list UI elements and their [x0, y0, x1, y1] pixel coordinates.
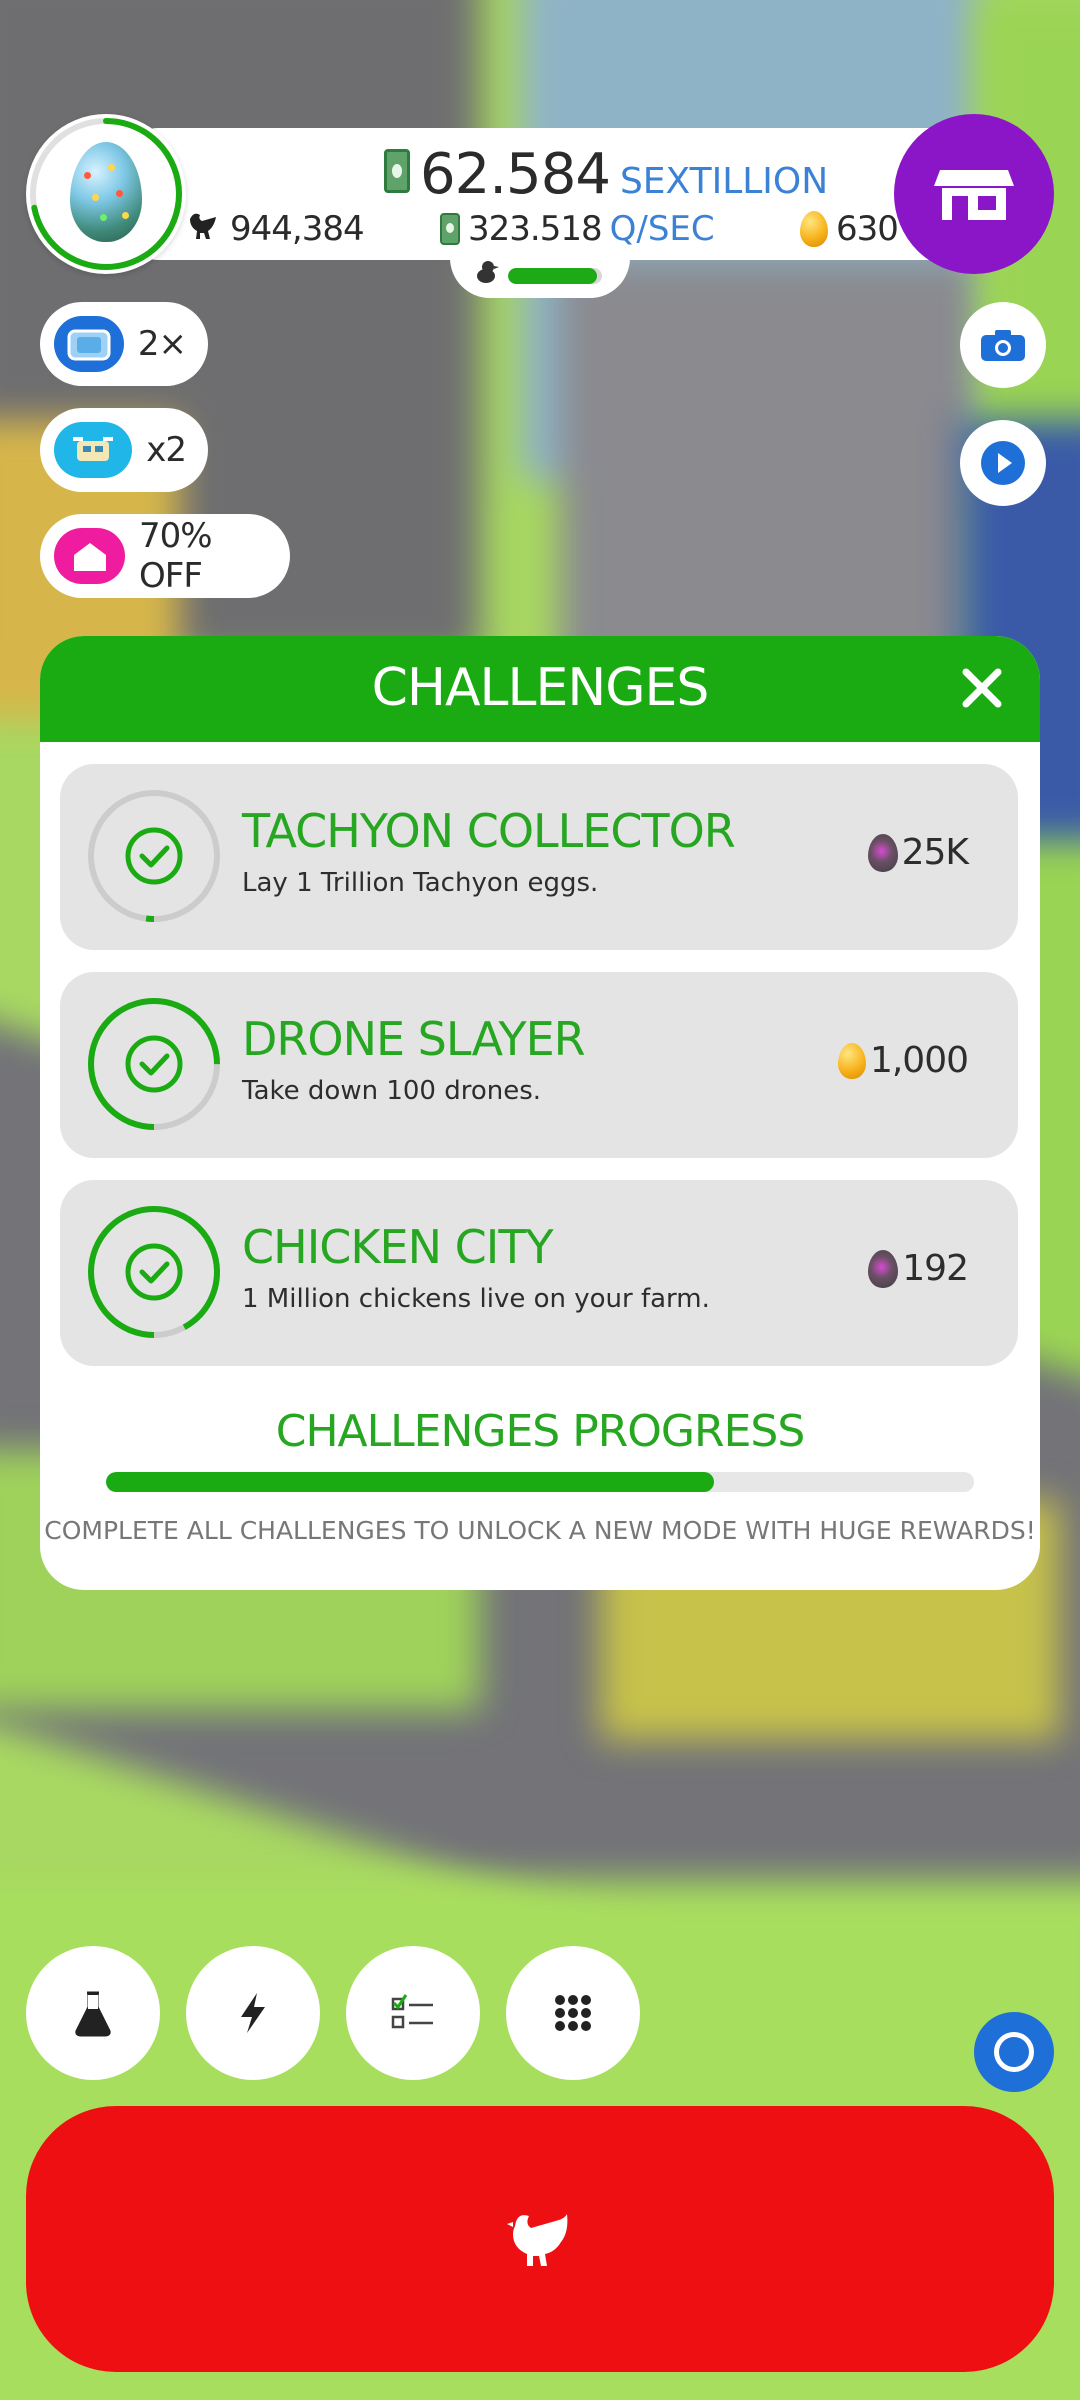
- reward-value: 192: [902, 1248, 969, 1289]
- cash-total: 62.584 SEXTILLION: [384, 142, 829, 207]
- challenge-description: Take down 100 drones.: [242, 1076, 542, 1106]
- assistive-touch-button[interactable]: [974, 2012, 1054, 2092]
- modal-header: CHALLENGES: [40, 636, 1040, 742]
- camera-button[interactable]: [960, 302, 1046, 388]
- challenges-progress-note: COMPLETE ALL CHALLENGES TO UNLOCK A NEW …: [44, 1516, 1036, 1545]
- current-egg-button[interactable]: [26, 114, 186, 274]
- chick-icon: [474, 258, 500, 291]
- drone-bonus-pill[interactable]: x2: [40, 408, 208, 492]
- circle-icon: [994, 2032, 1034, 2072]
- golden-eggs-value: 630: [836, 209, 899, 249]
- challenges-progress-bar: [106, 1472, 974, 1492]
- close-icon: [962, 668, 1002, 708]
- menu-button[interactable]: [506, 1946, 640, 2080]
- challenge-reward: 25K: [867, 832, 969, 873]
- menu-grid-icon: [555, 1995, 591, 2031]
- hab-capacity-bar: [508, 268, 602, 284]
- drone-icon: [54, 422, 133, 478]
- rate-value: 323.518: [468, 209, 603, 249]
- reward-value: 25K: [901, 832, 969, 873]
- golden-egg-icon: [800, 211, 828, 247]
- cash-bill-icon: [384, 149, 410, 193]
- checklist-icon: [391, 1994, 433, 2029]
- play-icon: [981, 441, 1025, 485]
- drone-bonus-label: x2: [146, 430, 187, 470]
- video-doubler-label: 2×: [137, 324, 187, 364]
- challenge-progress-ring: [88, 790, 220, 922]
- reward-value: 1,000: [869, 1040, 969, 1081]
- shop-sale-pill[interactable]: 70% OFF: [40, 514, 290, 598]
- research-flask-icon: [75, 1991, 111, 2037]
- chicken-count: 944,384: [186, 206, 365, 252]
- challenge-reward: 192: [868, 1248, 969, 1289]
- challenges-modal: CHALLENGES TACHYON COLLECTOR Lay 1 Trill…: [40, 636, 1040, 1590]
- boosts-button[interactable]: [186, 1946, 320, 2080]
- video-doubler-pill[interactable]: 2×: [40, 302, 208, 386]
- dark-egg-icon: [867, 833, 898, 872]
- earning-rate: 323.518 Q/SEC: [440, 206, 715, 252]
- tv-icon: [54, 316, 124, 372]
- golden-eggs[interactable]: 630: [800, 206, 899, 252]
- challenge-progress-ring: [88, 1206, 220, 1338]
- golden-egg-icon: [837, 1042, 866, 1079]
- camera-icon: [981, 330, 1025, 361]
- challenge-reward: 1,000: [837, 1040, 969, 1081]
- challenge-name: DRONE SLAYER: [242, 1012, 586, 1066]
- boost-lightning-icon: [241, 1993, 265, 2033]
- chicken-icon: [186, 209, 222, 250]
- shop-house-icon: [54, 528, 126, 584]
- challenges-progress-title: CHALLENGES PROGRESS: [275, 1406, 806, 1457]
- cash-bill-icon: [440, 213, 460, 245]
- shop-button[interactable]: [894, 114, 1054, 274]
- challenge-card[interactable]: TACHYON COLLECTOR Lay 1 Trillion Tachyon…: [60, 764, 1018, 950]
- modal-title: CHALLENGES: [371, 658, 710, 718]
- cash-unit: SEXTILLION: [619, 161, 829, 202]
- dark-egg-icon: [868, 1249, 899, 1288]
- challenge-progress-ring: [88, 998, 220, 1130]
- challenge-card[interactable]: DRONE SLAYER Take down 100 drones. 1,000: [60, 972, 1018, 1158]
- challenges-progress-fill: [106, 1472, 714, 1492]
- challenge-name: TACHYON COLLECTOR: [242, 804, 736, 858]
- cash-value: 62.584: [420, 142, 611, 207]
- hab-capacity-fill: [508, 268, 598, 284]
- rate-unit: Q/SEC: [609, 209, 715, 249]
- shop-sale-label: 70% OFF: [139, 516, 213, 596]
- hatch-chicken-button[interactable]: [26, 2106, 1054, 2372]
- challenge-name: CHICKEN CITY: [242, 1220, 554, 1274]
- challenge-description: Lay 1 Trillion Tachyon eggs.: [242, 868, 599, 898]
- close-button[interactable]: [954, 660, 1010, 716]
- chicken-icon: [507, 2214, 568, 2266]
- chicken-count-value: 944,384: [230, 209, 365, 249]
- research-button[interactable]: [26, 1946, 160, 2080]
- challenges-button[interactable]: [346, 1946, 480, 2080]
- shop-storefront-icon: [934, 170, 1014, 220]
- challenge-card[interactable]: CHICKEN CITY 1 Million chickens live on …: [60, 1180, 1018, 1366]
- video-play-button[interactable]: [960, 420, 1046, 506]
- challenge-description: 1 Million chickens live on your farm.: [242, 1284, 710, 1314]
